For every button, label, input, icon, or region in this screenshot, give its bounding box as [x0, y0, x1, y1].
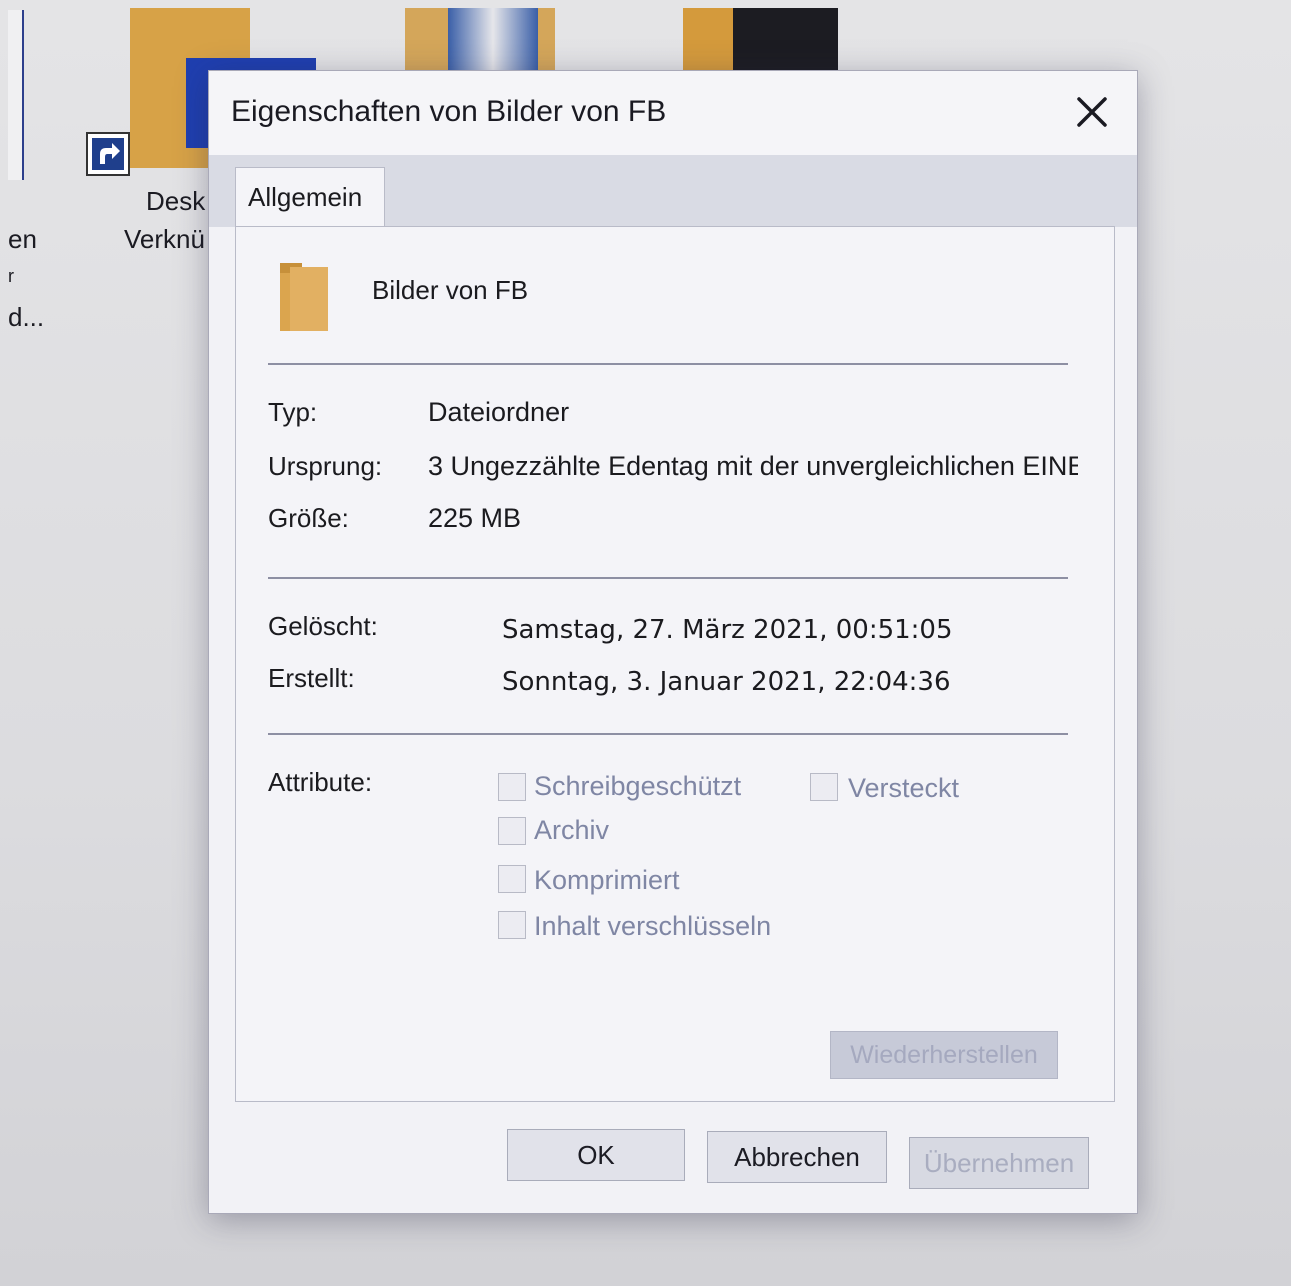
ok-button[interactable]: OK: [507, 1129, 685, 1181]
encrypt-checkbox[interactable]: [498, 911, 526, 939]
separator: [268, 733, 1068, 735]
separator: [268, 577, 1068, 579]
close-button[interactable]: [1069, 89, 1115, 135]
hidden-checkbox[interactable]: [810, 773, 838, 801]
readonly-label[interactable]: Schreibgeschützt: [534, 771, 741, 802]
desktop-icon-label[interactable]: Desk: [146, 186, 205, 217]
deleted-value: Samstag, 27. März 2021, 00:51:05: [502, 615, 953, 645]
created-value: Sonntag, 3. Januar 2021, 22:04:36: [502, 667, 951, 697]
type-label: Typ:: [268, 397, 318, 427]
readonly-checkbox[interactable]: [498, 773, 526, 801]
origin-value: 3 Ungezzählte Edentag mit der unvergleic…: [428, 451, 1078, 481]
restore-button[interactable]: Wiederherstellen: [830, 1031, 1058, 1079]
desktop-icon-label[interactable]: d...: [8, 302, 44, 333]
title-bar[interactable]: Eigenschaften von Bilder von FB: [209, 71, 1137, 155]
type-value: Dateiordner: [428, 397, 570, 427]
desktop-icon-fragment: [8, 10, 24, 180]
folder-icon: [280, 263, 328, 331]
apply-button[interactable]: Übernehmen: [909, 1137, 1089, 1189]
tab-general[interactable]: Allgemein: [235, 167, 385, 227]
compressed-checkbox[interactable]: [498, 865, 526, 893]
desktop-icon-label[interactable]: en: [8, 224, 37, 255]
desktop-folder-icon[interactable]: [683, 8, 733, 78]
hidden-label[interactable]: Versteckt: [848, 773, 959, 804]
cancel-button[interactable]: Abbrechen: [707, 1131, 887, 1183]
archive-label[interactable]: Archiv: [534, 815, 609, 846]
size-label: Größe:: [268, 503, 349, 533]
deleted-label: Gelöscht:: [268, 611, 378, 641]
desktop-image-icon[interactable]: [733, 8, 838, 78]
separator: [268, 363, 1068, 365]
dialog-title: Eigenschaften von Bilder von FB: [231, 95, 667, 128]
attributes-label: Attribute:: [268, 767, 373, 797]
archive-checkbox[interactable]: [498, 817, 526, 845]
encrypt-label[interactable]: Inhalt verschlüsseln: [534, 911, 771, 942]
properties-dialog: Eigenschaften von Bilder von FB Allgemei…: [208, 70, 1138, 1214]
folder-name: Bilder von FB: [372, 275, 529, 305]
origin-label: Ursprung:: [268, 451, 383, 481]
desktop-icon-label[interactable]: r: [8, 266, 14, 287]
close-icon: [1077, 97, 1107, 127]
shortcut-arrow-icon: [86, 132, 130, 176]
compressed-label[interactable]: Komprimiert: [534, 865, 680, 896]
created-label: Erstellt:: [268, 663, 355, 693]
desktop-image-icon[interactable]: [448, 8, 538, 78]
size-value: 225 MB: [428, 503, 522, 533]
desktop-icon-label[interactable]: Verknü: [124, 224, 205, 255]
general-panel: Bilder von FB Typ: Dateiordner Ursprung:…: [235, 226, 1115, 1102]
